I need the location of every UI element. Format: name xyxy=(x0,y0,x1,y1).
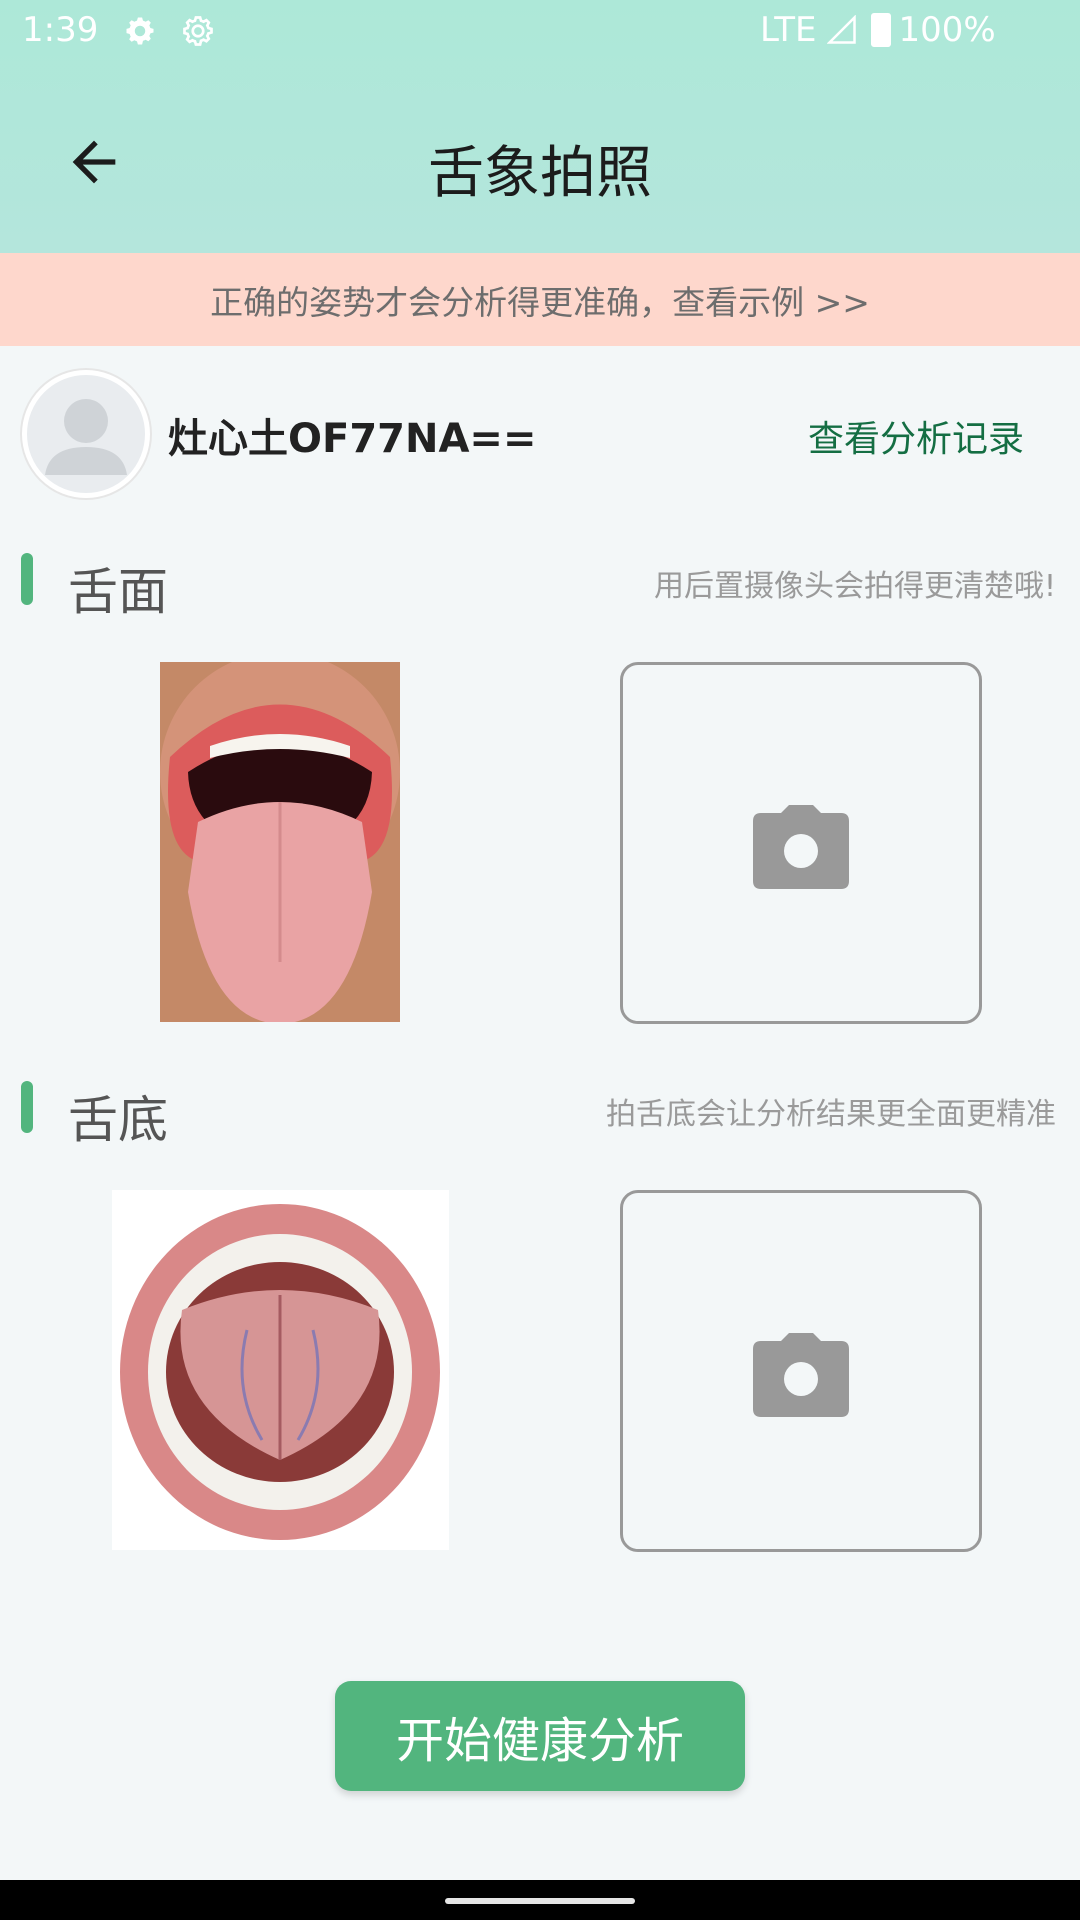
section-hint-surface: 用后置摄像头会拍得更清楚哦! xyxy=(653,569,1056,604)
start-analysis-button[interactable]: 开始健康分析 xyxy=(335,1681,745,1791)
avatar[interactable] xyxy=(22,370,150,498)
user-silhouette-icon xyxy=(45,399,127,475)
tongue-underside-sample xyxy=(112,1190,449,1550)
battery-label: 100% xyxy=(898,10,996,50)
status-right: LTE 100% xyxy=(760,10,996,50)
view-records-link[interactable]: 查看分析记录 xyxy=(808,410,1024,462)
battery-icon xyxy=(870,13,891,47)
gear-icon xyxy=(126,17,154,45)
section-title-underside: 舌底 xyxy=(68,1091,168,1149)
app-header: 1:39 LTE 100% 舌象拍照 xyxy=(0,0,1080,253)
section-accent-bar xyxy=(21,553,33,605)
home-handle[interactable] xyxy=(445,1898,635,1904)
status-time: 1:39 xyxy=(22,10,99,50)
signal-icon xyxy=(826,15,856,44)
camera-icon xyxy=(753,805,849,889)
camera-icon xyxy=(753,1333,849,1417)
tongue-surface-sample xyxy=(160,662,400,1022)
network-label: LTE xyxy=(760,10,817,50)
username: 灶心土OF77NA== xyxy=(168,416,537,462)
system-nav-bar xyxy=(0,1880,1080,1920)
upload-box-surface[interactable] xyxy=(620,662,982,1024)
section-hint-underside: 拍舌底会让分析结果更全面更精准 xyxy=(606,1097,1056,1132)
section-title-surface: 舌面 xyxy=(68,563,168,621)
gear-icon xyxy=(183,16,213,46)
status-bar: 1:39 LTE 100% xyxy=(0,0,1080,64)
section-accent-bar xyxy=(21,1081,33,1133)
upload-box-underside[interactable] xyxy=(620,1190,982,1552)
tip-banner[interactable]: 正确的姿势才会分析得更准确，查看示例 >> xyxy=(0,253,1080,346)
page-title: 舌象拍照 xyxy=(428,141,652,206)
